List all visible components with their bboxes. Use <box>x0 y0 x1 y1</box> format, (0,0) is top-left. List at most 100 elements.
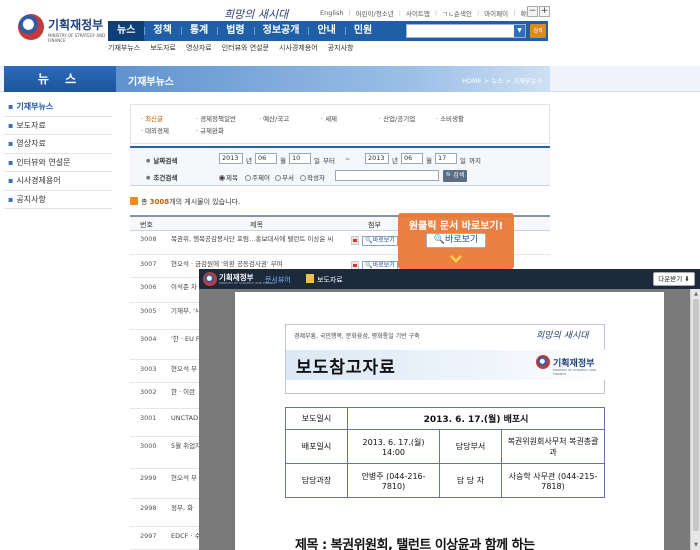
from-suffix: 부터 <box>323 157 335 165</box>
condition-search-label: 조건검색 <box>146 172 177 182</box>
keyword-input[interactable] <box>335 170 439 181</box>
rss-icon[interactable] <box>130 197 138 205</box>
doc-org-sub: MINISTRY OF STRATEGY AND FINANCE <box>553 368 596 376</box>
subnav-press[interactable]: 보도자료 <box>150 43 176 53</box>
row-number: 2999 <box>140 474 157 482</box>
from-year-input[interactable]: 2013 <box>219 153 243 164</box>
nav-disclosure[interactable]: 정보공개 <box>253 21 309 41</box>
radio-author[interactable]: 작성자 <box>300 172 325 182</box>
nav-statistics[interactable]: 통계 <box>180 21 217 41</box>
radio-icon <box>300 175 306 181</box>
util-kids[interactable]: 어린이/청소년 <box>354 8 396 18</box>
sidebar-item-press[interactable]: 보도자료 <box>4 117 112 135</box>
sidebar-item-video[interactable]: 영상자료 <box>4 135 112 154</box>
site-logo[interactable]: 기획재정부 MINISTRY OF STRATEGY AND FINANCE <box>18 12 108 52</box>
doc-headline: 제목 : 복권위원회, 탤런트 이상윤과 함께 하는 <box>295 538 535 550</box>
info-value: 2013. 6. 17.(월) 14:00 <box>347 429 440 464</box>
scroll-down-icon[interactable]: ▼ <box>692 541 700 549</box>
util-sitemap[interactable]: 사이트맵 <box>404 8 432 18</box>
zoom-out-button[interactable]: − <box>527 6 538 17</box>
sub-nav: 기재부뉴스 보도자료 영상자료 인터뷰와 연설문 시사경제용어 공지사항 <box>108 43 353 53</box>
category-external[interactable]: 대외경제 <box>141 125 169 135</box>
sidebar: 기재부뉴스 보도자료 영상자료 인터뷰와 연설문 시사경제용어 공지사항 <box>4 98 112 209</box>
arrow-down-icon <box>450 255 462 263</box>
scroll-up-icon[interactable]: ▲ <box>692 290 700 298</box>
nav-news[interactable]: 뉴스 <box>108 21 145 41</box>
subnav-video[interactable]: 영상자료 <box>186 43 212 53</box>
subnav-news[interactable]: 기재부뉴스 <box>108 43 140 53</box>
tooltip-view-button[interactable]: 🔍바로보기 <box>426 233 486 248</box>
viewer-scrollbar[interactable]: ▲ ▼ <box>690 289 700 550</box>
category-consumer[interactable]: 소비생활 <box>436 113 464 123</box>
info-label: 담 당 자 <box>439 463 502 498</box>
sidebar-item-terms[interactable]: 시사경제용어 <box>4 172 112 191</box>
main-nav: 뉴스 정책 통계 법령 정보공개 안내 민원 ▼ 검색 <box>108 21 548 41</box>
util-index[interactable]: ㄱㄴ순색인 <box>440 8 474 18</box>
from-month-input[interactable]: 06 <box>255 153 277 164</box>
radio-icon <box>245 175 251 181</box>
sidebar-item-notice[interactable]: 공지사항 <box>4 191 112 209</box>
to-suffix: 까지 <box>469 157 481 165</box>
view-button[interactable]: 🔍바로보기 <box>362 236 398 246</box>
row-number: 2998 <box>140 504 157 512</box>
subnav-terms[interactable]: 시사경제용어 <box>279 43 318 53</box>
zoom-in-button[interactable]: + <box>539 6 550 17</box>
info-value: 사승학 사무관 (044-215-7818) <box>501 463 605 498</box>
government-emblem-icon <box>18 14 44 40</box>
date-search-label: 날짜검색 <box>146 155 177 165</box>
row-title-link[interactable]: 현오석 · 금감원에 '외환 공동검사권' 부여 <box>171 260 347 269</box>
col-attach: 첨부 <box>368 221 381 229</box>
viewer-category: 보도자료 <box>317 276 343 284</box>
radio-department[interactable]: 부서 <box>275 172 294 182</box>
hwp-file-icon[interactable] <box>351 236 359 245</box>
category-deregulation[interactable]: 규제완화 <box>196 125 224 135</box>
to-month-input[interactable]: 06 <box>401 153 423 164</box>
unit-day: 일 <box>314 157 320 165</box>
to-year-input[interactable]: 2013 <box>365 153 389 164</box>
from-day-input[interactable]: 10 <box>289 153 311 164</box>
sidebar-item-interview[interactable]: 인터뷰와 연설문 <box>4 154 112 172</box>
nav-policy[interactable]: 정책 <box>144 21 180 41</box>
section-banner: 뉴 스 기재부뉴스 HOME > 뉴스 > 기재부뉴스 <box>0 66 700 92</box>
nav-law[interactable]: 법령 <box>217 21 253 41</box>
category-latest[interactable]: 최신글 <box>141 113 163 123</box>
subnav-interview[interactable]: 인터뷰와 연설문 <box>222 43 269 53</box>
category-tax[interactable]: 세제 <box>321 113 337 123</box>
scroll-thumb[interactable] <box>693 299 699 531</box>
sidebar-item-news[interactable]: 기재부뉴스 <box>4 98 112 117</box>
nav-guide[interactable]: 안내 <box>308 21 344 41</box>
radio-keyword[interactable]: 주제어 <box>245 172 270 182</box>
info-value: 복권위원회사무처 복권총괄과 <box>501 429 605 464</box>
total-number: 3008 <box>149 198 170 206</box>
section-title: 뉴 스 <box>4 66 116 92</box>
doc-info-table: 보도일시 2013. 6. 17.(월) 배포시 배포일시 2013. 6. 1… <box>285 407 605 498</box>
doc-header: 경제부흥, 국민행복, 문화융성, 평화통일 기반 구축 희망의 새시대 보도참… <box>285 324 606 394</box>
page-title: 기재부뉴스 <box>128 77 174 88</box>
category-budget[interactable]: 예산/국고 <box>259 113 289 123</box>
util-mypage[interactable]: 마이페이 <box>482 8 510 18</box>
search-dropdown-icon[interactable]: ▼ <box>514 25 525 37</box>
folder-icon <box>306 274 314 283</box>
filter-search-button[interactable]: 🔍검색 <box>443 170 467 182</box>
search-filter: 날짜검색 2013 년 06 월 10 일 부터 ~ 2013 년 06 월 1… <box>130 146 550 186</box>
util-english[interactable]: English <box>318 9 345 17</box>
row-number: 3007 <box>140 260 157 268</box>
col-title: 제목 <box>250 221 263 229</box>
to-day-input[interactable]: 17 <box>435 153 457 164</box>
unit-month: 월 <box>280 157 286 165</box>
search-button[interactable]: 검색 <box>530 24 546 38</box>
site-header: 기획재정부 MINISTRY OF STRATEGY AND FINANCE 희… <box>0 0 700 62</box>
category-economy[interactable]: 경제정책일반 <box>196 113 236 123</box>
nav-civil[interactable]: 민원 <box>344 21 381 41</box>
subnav-notice[interactable]: 공지사항 <box>328 43 354 53</box>
row-number: 3000 <box>140 442 157 450</box>
radio-selected-icon <box>219 175 225 181</box>
info-label: 담당부서 <box>439 429 502 464</box>
row-title-link[interactable]: 복권위, 행복공감봉사단 포럼…홍보대사에 탤런트 이상윤 씨 <box>171 235 347 244</box>
download-button[interactable]: 다운받기 ⬇ <box>653 272 695 286</box>
row-number: 3005 <box>140 307 157 315</box>
search-input[interactable]: ▼ <box>406 24 526 38</box>
radio-title[interactable]: 제목 <box>219 172 238 182</box>
category-industry[interactable]: 산업/공기업 <box>379 113 415 123</box>
breadcrumb: HOME > 뉴스 > 기재부뉴스 <box>462 77 543 85</box>
